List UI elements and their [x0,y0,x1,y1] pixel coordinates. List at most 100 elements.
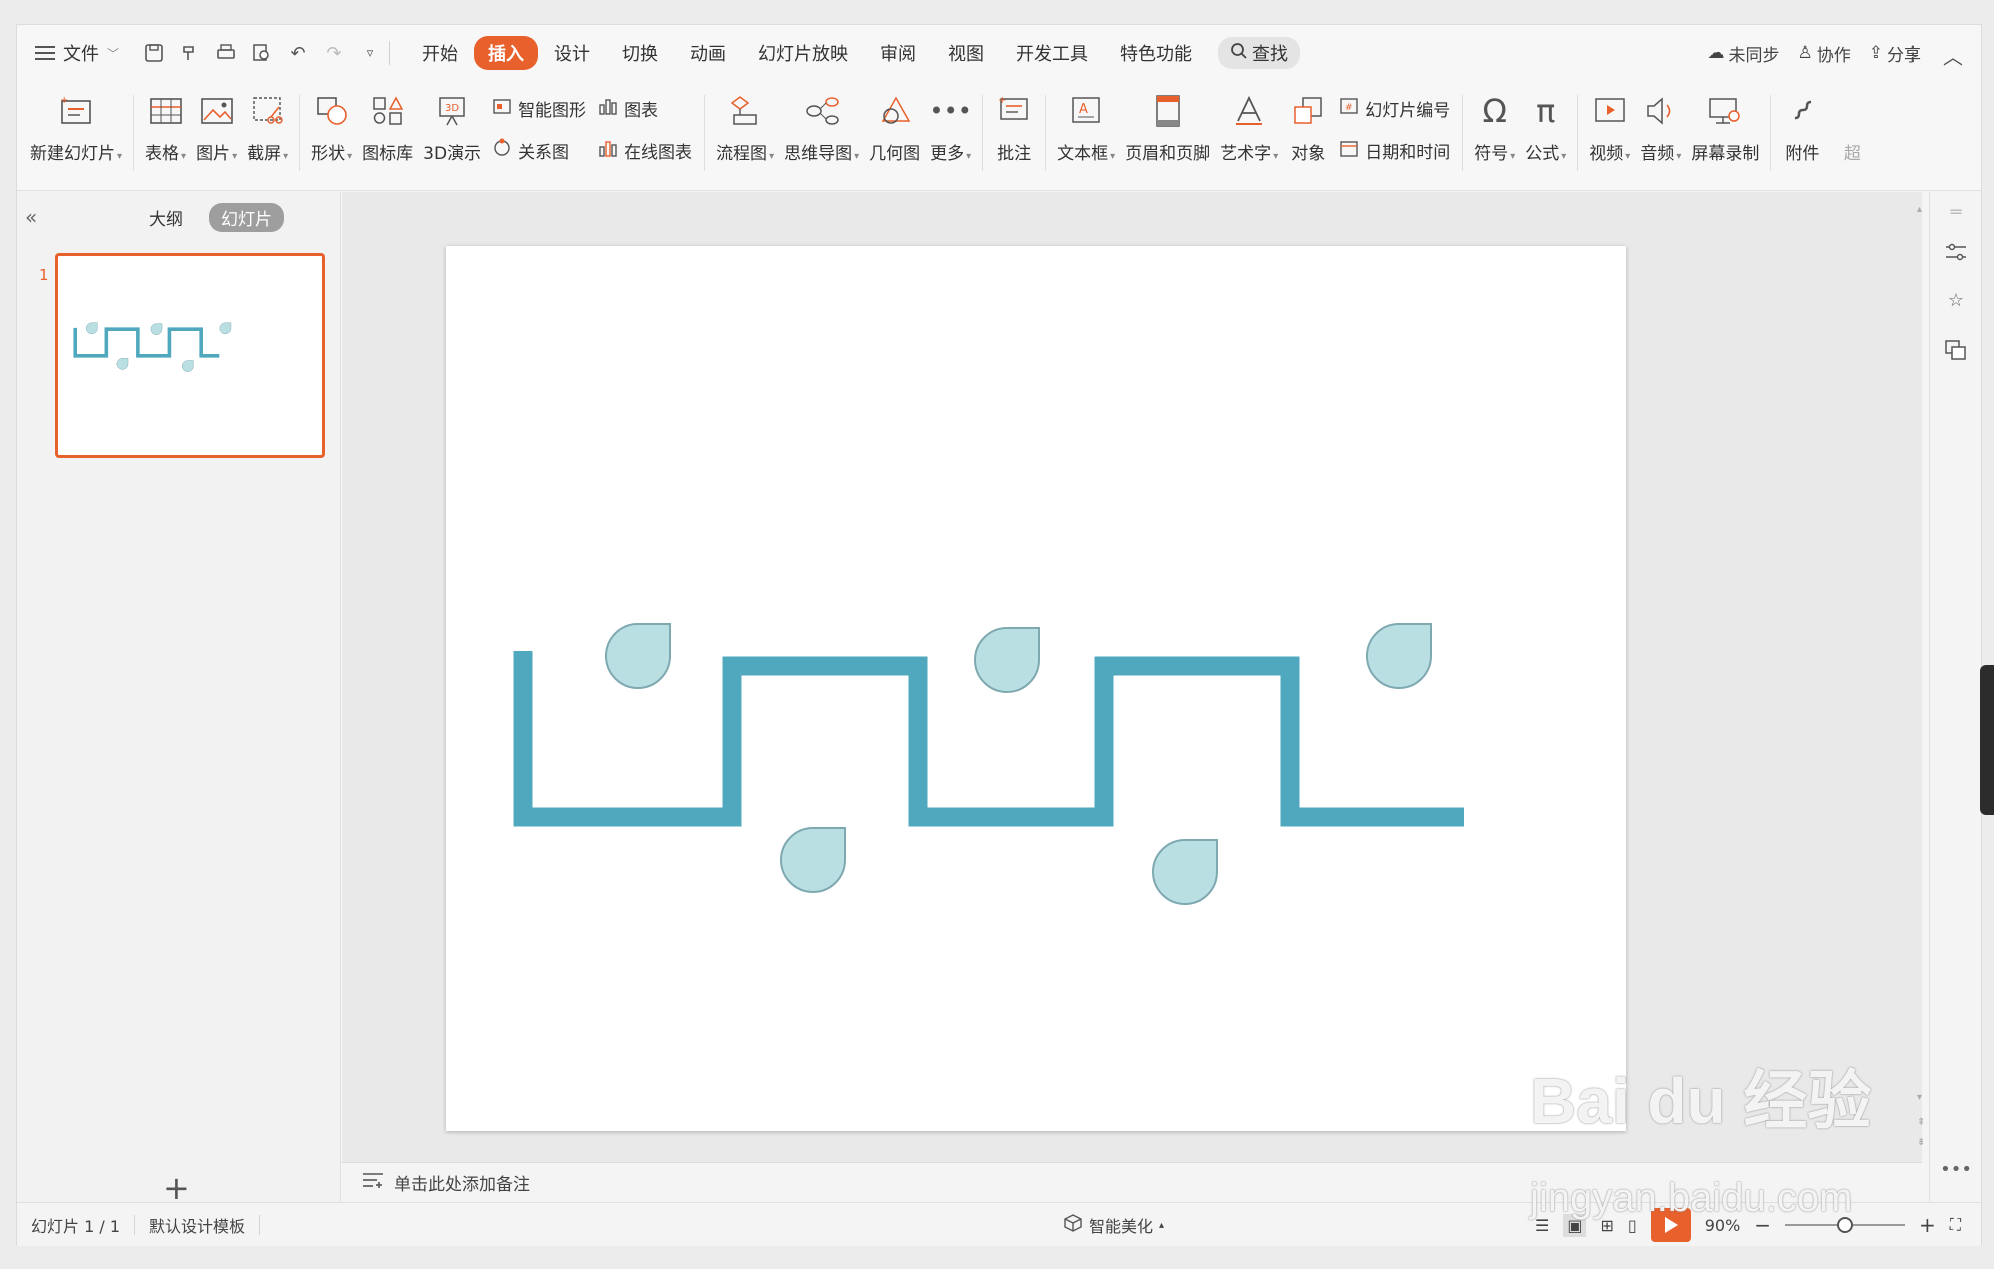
datetime-button[interactable]: 日期和时间 [1339,138,1450,163]
caret-up-icon: ▴ [1159,1219,1165,1231]
tab-slideshow[interactable]: 幻灯片放映 [742,36,864,70]
teardrop-shape[interactable] [605,623,671,689]
tab-transition[interactable]: 切换 [606,36,674,70]
wordart-button[interactable]: 艺术字 [1220,81,1278,181]
search-button[interactable]: 查找 [1218,37,1301,69]
icon-library-button[interactable]: 图标库 [362,81,413,181]
video-button[interactable]: 视频 [1589,81,1630,181]
wordart-icon [1229,91,1269,131]
tab-home[interactable]: 开始 [406,36,474,70]
slide-sorter-icon[interactable]: ⊞ [1600,1216,1613,1235]
slide[interactable] [446,246,1626,1131]
tab-animation[interactable]: 动画 [674,36,742,70]
geometry-button[interactable]: 几何图 [869,81,920,181]
tab-insert[interactable]: 插入 [474,36,539,70]
chevron-down-icon: ﹀ [107,46,120,61]
customize-icon[interactable]: ▿ [359,42,381,64]
reading-view-icon[interactable]: ▯ [1628,1216,1637,1235]
new-slide-button[interactable]: + 新建幻灯片 [30,81,122,181]
attachment-button[interactable]: ⌇ 附件 [1782,81,1822,181]
object-label: 对象 [1291,144,1326,164]
tab-review[interactable]: 审阅 [864,36,932,70]
print-preview-icon[interactable] [251,42,273,64]
collab-button[interactable]: ♙ 协作 [1798,41,1851,66]
zoom-level[interactable]: 90% [1705,1216,1741,1235]
table-button[interactable]: 表格 [145,81,186,181]
shape-button[interactable]: 形状 [311,81,352,181]
teardrop-shape[interactable] [1366,623,1432,689]
print-icon[interactable] [215,42,237,64]
notes-area[interactable]: 单击此处添加备注 [342,1162,1922,1202]
fit-window-icon[interactable]: ⛶ [1950,1215,1961,1235]
slide-thumbnail[interactable] [55,253,325,458]
copy-layout-icon[interactable] [1944,338,1968,362]
scroll-down-icon[interactable]: ▾ [1917,1092,1922,1103]
formula-button[interactable]: π 公式 [1525,81,1566,181]
mindmap-button[interactable]: 思维导图 [784,81,859,181]
screen-record-icon [1705,91,1745,131]
relation-button[interactable]: 关系图 [492,138,586,163]
vertical-scrollbar[interactable]: ▴ ▾ ⇞ ⇟ [1915,192,1929,1162]
screen-record-button[interactable]: 屏幕录制 [1691,81,1759,181]
tab-outline[interactable]: 大纲 [137,203,195,232]
template-name[interactable]: 默认设计模板 [135,1213,259,1237]
search-label: 查找 [1252,44,1289,65]
window-controls: ⋮ ︿ [1903,41,1963,70]
next-slide-icon[interactable]: ⇟ [1917,1137,1925,1148]
3d-demo-button[interactable]: 3D 3D演示 [423,81,481,181]
undo-icon[interactable]: ↶ [287,42,309,64]
scroll-up-icon[interactable]: ▴ [1917,204,1922,215]
screenshot-button[interactable]: 截屏 [247,81,288,181]
slide-content [513,623,1464,905]
teardrop-shape[interactable] [780,827,846,893]
floating-side-handle[interactable] [1980,665,1994,815]
wordart-label: 艺术字 [1220,139,1278,164]
collapse-panel-icon[interactable]: « [25,205,49,229]
audio-button[interactable]: 音频 [1640,81,1681,181]
file-menu[interactable]: 文件 ﹀ [35,40,119,66]
symbol-button[interactable]: Ω 符号 [1474,81,1515,181]
teardrop-shape[interactable] [1152,839,1218,905]
more-horizontal-icon[interactable]: ••• [1940,1157,1972,1181]
smart-graphic-button[interactable]: 智能图形 [492,96,586,121]
drag-handle-icon[interactable]: ═ [1944,200,1968,224]
format-painter-icon[interactable] [179,42,201,64]
overflow-button[interactable]: 超 [1832,81,1872,181]
textbox-button[interactable]: A 文本框 [1057,81,1115,181]
tab-features[interactable]: 特色功能 [1104,36,1208,70]
flowchart-label: 流程图 [716,139,774,164]
tab-view[interactable]: 视图 [932,36,1000,70]
tab-design[interactable]: 设计 [538,36,606,70]
picture-button[interactable]: 图片 [196,81,237,181]
online-chart-label: 在线图表 [624,142,693,163]
teardrop-shape[interactable] [974,627,1040,693]
notes-toggle-icon[interactable]: ☰ [1535,1216,1549,1235]
settings-sliders-icon[interactable] [1944,240,1968,264]
more-button[interactable]: ••• 更多 [929,81,971,181]
more-vertical-icon[interactable]: ⋮ [1903,41,1923,70]
prev-slide-icon[interactable]: ⇞ [1917,1117,1925,1128]
zoom-slider[interactable] [1785,1217,1906,1233]
collapse-ribbon-icon[interactable]: ︿ [1943,41,1963,70]
zoom-slider-knob[interactable] [1837,1217,1854,1233]
zoom-out-icon[interactable]: − [1754,1213,1771,1237]
star-icon[interactable]: ☆ [1944,288,1968,312]
flowchart-button[interactable]: 流程图 [716,81,774,181]
play-slideshow-button[interactable] [1650,1208,1691,1242]
normal-view-icon[interactable]: ▣ [1563,1213,1587,1237]
chart-button[interactable]: 图表 [598,96,692,121]
zoom-in-icon[interactable]: + [1919,1213,1936,1237]
table-icon [146,91,186,131]
slide-number-button[interactable]: # 幻灯片编号 [1339,96,1450,121]
object-button[interactable]: 对象 [1288,81,1328,181]
sync-button[interactable]: ☁ 未同步 [1708,41,1780,66]
online-chart-button[interactable]: 在线图表 [598,138,692,163]
header-footer-button[interactable]: 页眉和页脚 [1125,81,1210,181]
tab-developer[interactable]: 开发工具 [1000,36,1104,70]
redo-icon[interactable]: ↷ [323,42,345,64]
save-icon[interactable] [143,42,165,64]
ribbon-insert: + 新建幻灯片 表格 图片 截屏 形状 [17,81,1981,191]
comment-button[interactable]: + 批注 [994,81,1034,181]
tab-slides[interactable]: 幻灯片 [209,202,284,232]
smart-beautify-button[interactable]: 智能美化 ▴ [1063,1203,1164,1247]
